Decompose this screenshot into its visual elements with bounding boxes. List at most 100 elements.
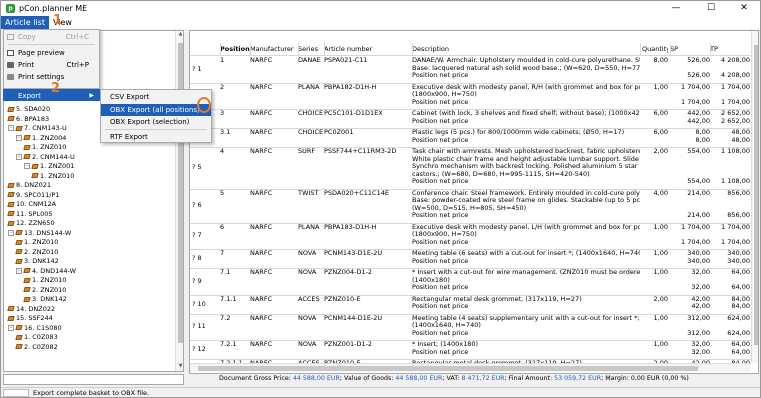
tree-item[interactable]: - 16. C1S080: [8, 324, 62, 333]
article-number-cell: PBPA183-D1H-H: [324, 223, 377, 231]
table-scrollbar[interactable]: [751, 31, 758, 363]
tree-item[interactable]: 1. ZNZ010: [15, 238, 58, 247]
copy-shortcut: Ctrl+C: [65, 33, 89, 41]
column-header[interactable]: Quantity: [642, 45, 668, 54]
column-header[interactable]: Series: [298, 45, 324, 54]
sp-cell: 8,00: [695, 129, 710, 136]
column-divider[interactable]: [250, 43, 251, 56]
article-list-menu: Copy Ctrl+C Page preview Print Ctrl+P Pr…: [3, 29, 100, 89]
tree-item[interactable]: 1. ZNZ010: [31, 172, 74, 181]
manufacturer-cell: NARFC: [250, 110, 273, 117]
scrollbar-thumb[interactable]: [178, 43, 183, 343]
description-cell: Position net price: [412, 348, 469, 356]
column-divider[interactable]: [640, 43, 641, 56]
tree-item[interactable]: 6. BPA183: [7, 114, 50, 124]
tree-item[interactable]: - 7. CNM143-U: [8, 124, 67, 133]
tree-item[interactable]: 11. SPL005: [7, 209, 53, 219]
column-divider[interactable]: [220, 43, 221, 56]
description-cell: Base: lacquered natural ash solid wood b…: [412, 64, 640, 72]
series-cell: NOVA: [298, 250, 317, 257]
quantity-cell: 8,00: [653, 57, 668, 64]
article-icon: [15, 325, 23, 330]
maximize-button[interactable]: ☐: [696, 1, 726, 16]
menu-item-print[interactable]: Print Ctrl+P: [4, 59, 99, 71]
tree-item[interactable]: 1. ZNZ010: [23, 143, 66, 152]
tree-item-label: 6. BPA183: [16, 114, 50, 123]
column-divider[interactable]: [710, 43, 711, 56]
manufacturer-cell: NARFC: [250, 83, 273, 91]
tree-item[interactable]: 1. C0Z083: [15, 333, 58, 342]
tree-item[interactable]: 3. DNK142: [23, 295, 67, 304]
tree-item[interactable]: - 2. CNM144-U: [16, 153, 75, 162]
tree-scrollbar[interactable]: ▲ ▼: [175, 31, 183, 371]
menu-item-csv-export[interactable]: CSV Export: [101, 91, 211, 103]
tp-cell: 624,00: [727, 329, 750, 337]
tree-item[interactable]: 12. ZZN650: [7, 219, 55, 228]
article-icon: [23, 268, 31, 273]
description-cell: Cabinet (with lock, 3 shelves and fixed …: [412, 110, 640, 117]
tree-toggle-icon[interactable]: -: [24, 163, 30, 169]
tree-item[interactable]: 2. C0Z082: [15, 343, 58, 352]
description-cell: Position net price: [412, 72, 469, 79]
tree-toggle-icon[interactable]: -: [16, 134, 22, 141]
description-cell: Synchro mechanism with backrest locking.…: [412, 163, 640, 170]
menu-item-rtf-export[interactable]: RTF Export: [101, 131, 211, 143]
tree-item[interactable]: 8. DNZ021: [7, 181, 51, 190]
tree-item[interactable]: 10. CNM12A: [7, 200, 56, 209]
menu-article-list[interactable]: Article list: [1, 16, 49, 29]
manufacturer-cell: NARFC: [250, 269, 273, 276]
tree-toggle-icon[interactable]: -: [8, 125, 14, 131]
column-header[interactable]: TP: [710, 45, 750, 54]
tree-toggle-icon[interactable]: -: [16, 267, 22, 274]
column-header[interactable]: Description: [412, 45, 640, 54]
tree-item[interactable]: 9. SPC011/P1: [7, 191, 60, 200]
quantity-cell: 1,00: [653, 223, 668, 231]
sp-cell: 340,00: [687, 257, 710, 265]
tree-item[interactable]: - 4. DND144-W: [16, 267, 76, 276]
tree-item[interactable]: 2. ZNZ010: [15, 248, 58, 257]
column-divider[interactable]: [298, 43, 299, 56]
article-icon: [23, 144, 31, 150]
menu-item-obx-export-all[interactable]: OBX Export (all positions): [101, 104, 211, 116]
column-header[interactable]: SP: [670, 45, 710, 54]
tree-toggle-icon[interactable]: -: [8, 229, 14, 236]
tree-item[interactable]: - 1. ZNZ004: [16, 134, 66, 143]
tp-cell: 340,00: [727, 257, 750, 265]
tree-item[interactable]: 3. DNK142: [15, 257, 59, 266]
tree-toggle-icon[interactable]: -: [16, 153, 22, 160]
menu-bar: Article list View: [1, 16, 760, 29]
tree-item[interactable]: 15. SSF244: [7, 314, 53, 323]
scroll-up-icon[interactable]: ▲: [176, 31, 183, 39]
position-cell: 7: [220, 250, 225, 257]
table-hscrollbar[interactable]: [190, 363, 751, 372]
close-button[interactable]: ✕: [729, 1, 759, 16]
menu-item-page-preview[interactable]: Page preview: [4, 47, 99, 59]
column-divider[interactable]: [412, 43, 413, 56]
hscrollbar-thumb[interactable]: [198, 366, 698, 371]
column-header[interactable]: Article number: [324, 45, 412, 54]
tree-item[interactable]: 1. ZNZ010: [23, 276, 66, 285]
tree-item-label: 11. SPL005: [16, 209, 53, 218]
tree-toggle-icon[interactable]: -: [8, 324, 14, 331]
tree-item[interactable]: - 1. ZNZ001: [24, 162, 74, 171]
scrollbar-thumb[interactable]: [754, 45, 758, 345]
sp-cell: 214,00: [687, 189, 710, 197]
tp-cell: 64,00: [731, 348, 750, 356]
column-divider[interactable]: [324, 43, 325, 56]
menu-item-obx-export-selection[interactable]: OBX Export (selection): [101, 116, 211, 128]
sp-cell: 526,00: [687, 72, 710, 79]
tree-item[interactable]: 2. ZNZ010: [23, 286, 66, 295]
tree-item[interactable]: - 13. DNS144-W: [8, 229, 71, 238]
column-header[interactable]: Manufacturer: [250, 45, 298, 54]
minimize-button[interactable]: —: [661, 1, 691, 16]
tree-item[interactable]: 14. DNZ022: [7, 305, 55, 314]
column-header[interactable]: Position: [220, 45, 250, 54]
sp-cell: 32,00: [691, 269, 710, 276]
menu-item-copy[interactable]: Copy Ctrl+C: [4, 31, 99, 43]
scroll-down-icon[interactable]: ▼: [176, 363, 183, 371]
description-cell: Base: powder-coated wire steel frame on …: [412, 197, 640, 204]
column-divider[interactable]: [670, 43, 671, 56]
tree-item[interactable]: 5. SDA020: [7, 105, 50, 114]
article-number-cell: PBPA182-D1H-H: [324, 83, 377, 91]
print-label: Print: [18, 61, 35, 69]
